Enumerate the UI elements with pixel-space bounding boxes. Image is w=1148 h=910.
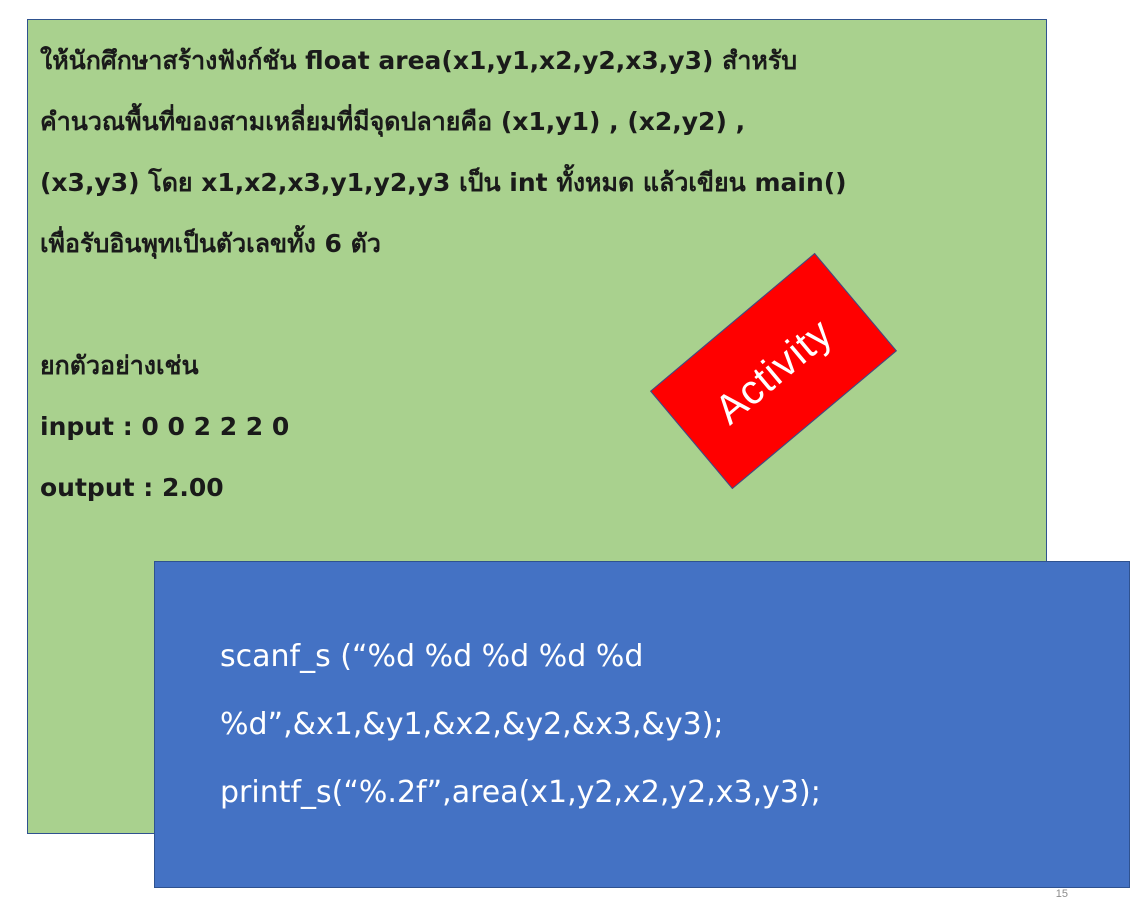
- slide: ให้นักศึกษาสร้างฟังก์ชัน float area(x1,y…: [0, 0, 1148, 910]
- example-output: output : 2.00: [40, 473, 224, 502]
- code-line: printf_s(“%.2f”,area(x1,y2,x2,y2,x3,y3);: [220, 775, 821, 810]
- example-input: input : 0 0 2 2 2 0: [40, 412, 290, 441]
- code-snippet: scanf_s (“%d %d %d %d %d %d”,&x1,&y1,&x2…: [220, 623, 821, 827]
- problem-line: คำนวณพื้นที่ของสามเหลี่ยมที่มีจุดปลายคือ…: [40, 107, 746, 136]
- problem-line: (x3,y3) โดย x1,x2,x3,y1,y2,y3 เป็น int ท…: [40, 168, 847, 197]
- problem-text: ให้นักศึกษาสร้างฟังก์ชัน float area(x1,y…: [40, 30, 1040, 518]
- page-number: 15: [1055, 888, 1068, 900]
- activity-label: Activity: [705, 308, 841, 433]
- code-line: %d”,&x1,&y1,&x2,&y2,&x3,&y3);: [220, 707, 724, 742]
- problem-line: ให้นักศึกษาสร้างฟังก์ชัน float area(x1,y…: [40, 46, 798, 75]
- problem-line: เพื่อรับอินพุทเป็นตัวเลขทั้ง 6 ตัว: [40, 229, 381, 258]
- code-line: scanf_s (“%d %d %d %d %d: [220, 639, 644, 674]
